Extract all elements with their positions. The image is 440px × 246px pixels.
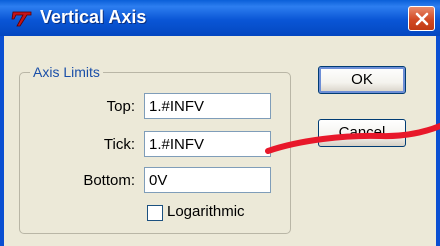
top-label: Top: <box>106 98 135 115</box>
axis-limits-legend: Axis Limits <box>30 64 103 80</box>
top-input[interactable] <box>144 93 271 119</box>
app-icon <box>11 11 32 27</box>
close-icon <box>415 12 429 26</box>
tick-input[interactable] <box>144 131 271 157</box>
title-bar[interactable]: Vertical Axis <box>0 0 440 36</box>
window-title: Vertical Axis <box>40 7 147 27</box>
cancel-button[interactable]: Cancel <box>318 119 406 147</box>
logarithmic-checkbox[interactable] <box>147 205 163 221</box>
window-frame-right <box>436 36 440 246</box>
bottom-input[interactable] <box>144 167 271 193</box>
close-button[interactable] <box>408 6 435 31</box>
tick-label: Tick: <box>103 136 135 153</box>
ok-button[interactable]: OK <box>318 66 406 94</box>
logarithmic-label[interactable]: Logarithmic <box>167 203 245 220</box>
bottom-label: Bottom: <box>83 172 135 189</box>
window-frame-left <box>0 36 4 246</box>
